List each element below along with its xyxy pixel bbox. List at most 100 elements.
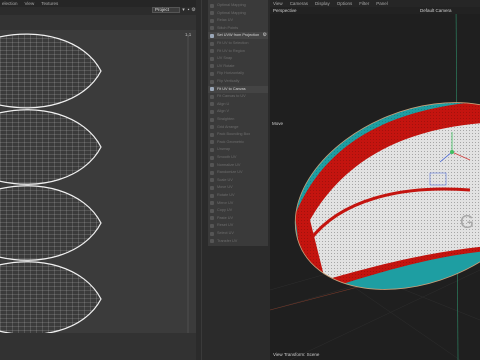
viewport-menubar: View Cameras Display Options Filter Pane… (270, 0, 480, 7)
tool-icon (210, 18, 214, 23)
tool-label: Rotate UV (217, 193, 235, 197)
tool-icon (210, 239, 214, 244)
tool-item[interactable]: Set UVW from Projection ⚙ (208, 32, 268, 40)
tool-label: Reset UV (217, 223, 234, 228)
tool-item[interactable]: Fit Canvas to UV (208, 93, 268, 100)
tool-item[interactable]: Select UV (208, 230, 268, 237)
uv-island-3[interactable] (0, 185, 102, 261)
tool-item[interactable]: Randomize UV (208, 169, 268, 176)
tool-item[interactable]: Align U (208, 101, 268, 108)
tool-icon (210, 64, 214, 69)
rugby-ball-model[interactable]: G (270, 68, 480, 325)
tool-label: Pack Bounding Box (217, 132, 251, 137)
menu-options[interactable]: Options (337, 1, 353, 6)
tool-item[interactable]: Reset UV (208, 222, 268, 229)
menu-selection[interactable]: election (2, 1, 18, 6)
tool-item[interactable]: Fit UV to Region (208, 48, 268, 55)
status-bar: View Transform: Scene (273, 352, 320, 357)
tool-icon (210, 201, 214, 206)
uv-island-2[interactable] (0, 109, 102, 185)
tool-item[interactable]: Move UV (208, 184, 268, 191)
menu-panel[interactable]: Panel (376, 1, 388, 6)
tool-label: Move UV (217, 185, 233, 190)
viewport-label: Perspective (273, 8, 297, 13)
tool-item[interactable]: Copy UV (208, 207, 268, 214)
tool-item[interactable]: Scale UV (208, 177, 268, 184)
tool-item[interactable]: Paste UV (208, 215, 268, 222)
tool-icon (210, 102, 214, 107)
tool-icon (210, 94, 214, 99)
tool-icon (210, 71, 214, 76)
tool-label: Grid Arrange (217, 124, 239, 129)
gear-icon[interactable]: ⚙ (263, 32, 267, 39)
panel-divider (201, 0, 202, 360)
tool-icon (210, 163, 214, 168)
tool-item[interactable]: Fit UV to Selection (208, 40, 268, 47)
menu-cameras[interactable]: Cameras (290, 1, 308, 6)
tool-label: Unwrap (217, 147, 231, 152)
uv-tool-panel: Optimal Mapping Optimal Mapping Relax UV St… (196, 0, 270, 360)
uv-bottom-strip (0, 333, 196, 360)
tool-item[interactable]: Pack Bounding Box (208, 131, 268, 138)
3d-viewport[interactable]: G View Cameras Display Options Filter Pa… (270, 0, 480, 360)
tool-icon (210, 170, 214, 175)
tool-icon (210, 185, 214, 190)
tool-item[interactable]: Straighten (208, 116, 268, 123)
tool-item[interactable]: Pack Geometric (208, 139, 268, 146)
tool-item[interactable]: Relax UV (208, 17, 268, 24)
uv-canvas[interactable]: 1,1 (0, 30, 196, 333)
tool-label: Straighten (217, 117, 235, 121)
tool-item[interactable]: Grid Arrange (208, 124, 268, 131)
tool-icon (210, 49, 214, 54)
tool-item[interactable]: Smooth UV (208, 154, 268, 161)
tool-item[interactable]: UV Rotate (208, 63, 268, 70)
viewport-header: Perspective Default Camera (270, 7, 480, 14)
tool-label: Flip Horizontally (217, 71, 245, 76)
tool-item[interactable]: Optimal Mapping (208, 2, 268, 9)
tool-icon (210, 178, 214, 183)
menu-view[interactable]: View (25, 1, 35, 6)
tool-label: Fit UV to Selection (217, 41, 249, 45)
tool-item[interactable]: Fit UV to Canvas (208, 85, 268, 93)
tool-item[interactable]: Stitch Points (208, 25, 268, 32)
tool-item[interactable]: Rotate UV (208, 192, 268, 199)
ball-logo: G (460, 212, 474, 232)
tool-label: Optimal Mapping (217, 10, 246, 15)
menu-textures[interactable]: Textures (41, 1, 58, 6)
uv-island-4[interactable] (0, 261, 102, 333)
tool-item[interactable]: Unwrap (208, 146, 268, 153)
tool-item[interactable]: Flip Vertically (208, 78, 268, 85)
tool-item[interactable]: Mirror UV (208, 200, 268, 207)
tool-label: Copy UV (217, 208, 233, 213)
tool-item[interactable]: Align V (208, 108, 268, 115)
uv-mode-select[interactable]: Project (152, 7, 180, 13)
tool-item[interactable]: Transfer UV (208, 238, 268, 245)
menu-display[interactable]: Display (315, 1, 330, 6)
tool-item[interactable]: Flip Horizontally (208, 70, 268, 77)
tool-icon (210, 11, 214, 16)
tool-label: Relax UV (217, 18, 234, 23)
menu-filter[interactable]: Filter (359, 1, 369, 6)
tool-icon (210, 140, 214, 145)
menu-view[interactable]: View (273, 1, 283, 6)
tool-item[interactable]: Optimal Mapping (208, 10, 268, 17)
tool-label: Transfer UV (217, 238, 238, 243)
tool-icon (210, 132, 214, 137)
uv-wireframe: 1,1 (0, 32, 192, 333)
tool-icon (210, 193, 214, 198)
tool-label: Randomize UV (217, 170, 243, 175)
camera-label[interactable]: Default Camera (420, 8, 452, 13)
move-tool-label: Move (272, 121, 284, 126)
tool-label: Fit Canvas to UV (217, 94, 246, 99)
uv-toolbar: Project ▾ ▪ ⚙ (0, 7, 196, 15)
tool-icon (210, 117, 214, 122)
tool-item[interactable]: UV Snap (208, 55, 268, 62)
tool-label: Mirror UV (217, 200, 234, 205)
tool-icon (210, 41, 214, 46)
tool-label: Scale UV (217, 177, 233, 182)
tool-label: Normalize UV (217, 162, 241, 167)
tool-icon (210, 87, 214, 92)
uv-tool-list: Optimal Mapping Optimal Mapping Relax UV St… (208, 0, 268, 246)
tool-item[interactable]: Normalize UV (208, 162, 268, 169)
uv-island-1[interactable] (0, 33, 102, 109)
